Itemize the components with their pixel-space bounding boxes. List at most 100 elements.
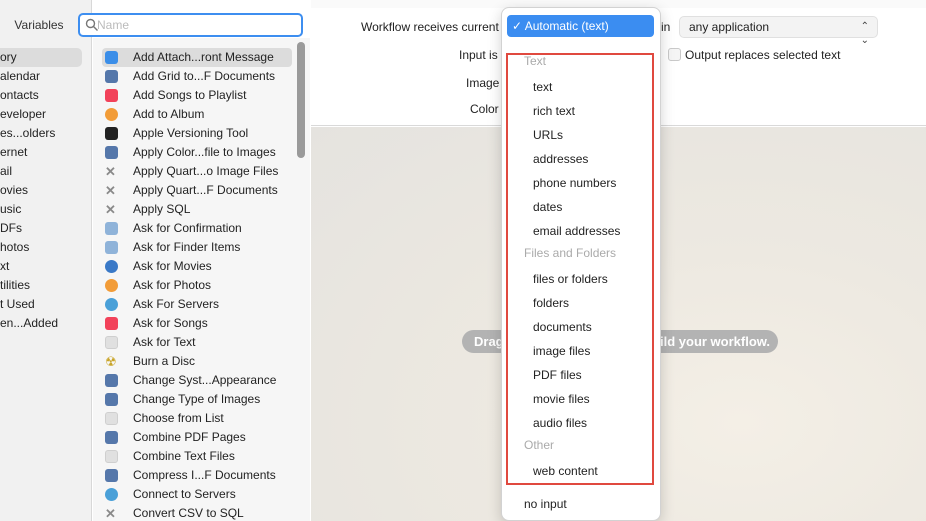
photos-icon <box>105 279 118 292</box>
receives-label: Workflow receives current <box>361 20 499 34</box>
action-label: Combine PDF Pages <box>133 430 246 444</box>
category-item[interactable]: ovies <box>0 181 90 200</box>
automator-icon <box>105 146 118 159</box>
music-icon <box>105 317 118 330</box>
library-panel: ory alendar ontacts eveloper es...olders erne… <box>0 0 92 521</box>
action-item[interactable]: Ask For Servers <box>102 295 292 314</box>
action-label: Ask for Photos <box>133 278 212 292</box>
category-item[interactable]: DFs <box>0 219 90 238</box>
category-item[interactable]: eveloper <box>0 105 90 124</box>
menu-item-automatic-text[interactable]: ✓ Automatic (text) <box>507 15 654 37</box>
action-label: Compress I...F Documents <box>133 468 276 482</box>
document-icon <box>105 412 118 425</box>
action-item[interactable]: ✕ Apply SQL <box>102 200 292 219</box>
tab-variables[interactable]: Variables <box>6 14 72 36</box>
action-item[interactable]: Choose from List <box>102 409 292 428</box>
action-item[interactable]: Change Type of Images <box>102 390 292 409</box>
category-item[interactable]: t Used <box>0 295 90 314</box>
action-label: Add Songs to Playlist <box>133 88 247 102</box>
action-label: Change Type of Images <box>133 392 261 406</box>
action-label: Apply SQL <box>133 202 191 216</box>
chevron-up-down-icon: ⌃ ⌄ <box>860 21 869 46</box>
drag-hint-left: Drag <box>474 334 504 349</box>
action-item[interactable]: Add Grid to...F Documents <box>102 67 292 86</box>
output-replaces-label: Output replaces selected text <box>685 48 841 62</box>
action-item[interactable]: Add to Album <box>102 105 292 124</box>
music-icon <box>105 89 118 102</box>
action-item[interactable]: ✕ Convert CSV to SQL <box>102 504 292 521</box>
search-input[interactable] <box>97 17 297 33</box>
action-item[interactable]: ✕ Apply Quart...o Image Files <box>102 162 292 181</box>
automator-icon <box>105 70 118 83</box>
action-item[interactable]: Combine Text Files <box>102 447 292 466</box>
action-item[interactable]: Add Attach...ront Message <box>102 48 292 67</box>
quicktime-icon <box>105 260 118 273</box>
action-label: Apply Color...file to Images <box>133 145 276 159</box>
tools-icon: ✕ <box>105 164 116 179</box>
network-icon <box>105 488 118 501</box>
action-item[interactable]: Apple Versioning Tool <box>102 124 292 143</box>
category-item[interactable]: en...Added <box>0 314 90 333</box>
category-item[interactable]: usic <box>0 200 90 219</box>
action-label: Ask For Servers <box>133 297 220 311</box>
category-item[interactable]: alendar <box>0 67 90 86</box>
action-item[interactable]: Ask for Finder Items <box>102 238 292 257</box>
action-item[interactable]: ✕ Apply Quart...F Documents <box>102 181 292 200</box>
menu-item-no-input[interactable]: no input <box>524 497 567 511</box>
category-item[interactable]: xt <box>0 257 90 276</box>
actions-scrollbar[interactable] <box>297 42 305 158</box>
action-label: Apply Quart...F Documents <box>133 183 278 197</box>
action-item[interactable]: Connect to Servers <box>102 485 292 504</box>
action-label: Apple Versioning Tool <box>133 126 249 140</box>
tools-icon: ✕ <box>105 183 116 198</box>
application-select[interactable]: any application ⌃ ⌄ <box>679 16 878 46</box>
tools-icon: ✕ <box>105 506 116 521</box>
tools-icon: ✕ <box>105 202 116 217</box>
terminal-icon <box>105 127 118 140</box>
search-field[interactable] <box>78 13 303 37</box>
action-label: Apply Quart...o Image Files <box>133 164 279 178</box>
action-label: Combine Text Files <box>133 449 235 463</box>
automator-icon <box>105 469 118 482</box>
category-item[interactable]: ory <box>0 48 82 67</box>
automator-icon <box>105 374 118 387</box>
action-label: Connect to Servers <box>133 487 236 501</box>
automator-icon <box>105 431 118 444</box>
category-item[interactable]: hotos <box>0 238 90 257</box>
application-select-value: any application <box>689 20 770 34</box>
action-label: Choose from List <box>133 411 224 425</box>
action-item[interactable]: ☢ Burn a Disc <box>102 352 292 371</box>
category-item[interactable]: es...olders <box>0 124 90 143</box>
category-item[interactable]: ernet <box>0 143 90 162</box>
action-label: Burn a Disc <box>133 354 196 368</box>
action-label: Add Grid to...F Documents <box>133 69 276 83</box>
document-icon <box>105 336 118 349</box>
drag-hint-right: ild your workflow. <box>660 334 771 349</box>
burn-icon: ☢ <box>105 354 117 369</box>
library-toolbar: Variables <box>0 0 310 38</box>
category-item[interactable]: tilities <box>0 276 90 295</box>
category-item[interactable]: ontacts <box>0 86 90 105</box>
action-item[interactable]: Ask for Songs <box>102 314 292 333</box>
action-item[interactable]: Ask for Movies <box>102 257 292 276</box>
document-icon <box>105 450 118 463</box>
action-item[interactable]: Apply Color...file to Images <box>102 143 292 162</box>
action-label: Ask for Movies <box>133 259 212 273</box>
output-replaces-checkbox[interactable] <box>668 48 681 61</box>
action-label: Ask for Songs <box>133 316 208 330</box>
action-item[interactable]: Compress I...F Documents <box>102 466 292 485</box>
action-item[interactable]: Combine PDF Pages <box>102 428 292 447</box>
action-item[interactable]: Ask for Photos <box>102 276 292 295</box>
action-label: Ask for Finder Items <box>133 240 241 254</box>
actions-list: Add Attach...ront Message Add Grid to...F… <box>93 38 310 521</box>
action-item[interactable]: Change Syst...Appearance <box>102 371 292 390</box>
action-item[interactable]: Ask for Text <box>102 333 292 352</box>
automator-icon <box>105 393 118 406</box>
image-label: Image <box>466 76 500 90</box>
action-item[interactable]: Add Songs to Playlist <box>102 86 292 105</box>
action-label: Change Syst...Appearance <box>133 373 277 387</box>
action-item[interactable]: Ask for Confirmation <box>102 219 292 238</box>
category-item[interactable]: ail <box>0 162 90 181</box>
input-is-label: Input is <box>459 48 498 62</box>
action-label: Add to Album <box>133 107 205 121</box>
